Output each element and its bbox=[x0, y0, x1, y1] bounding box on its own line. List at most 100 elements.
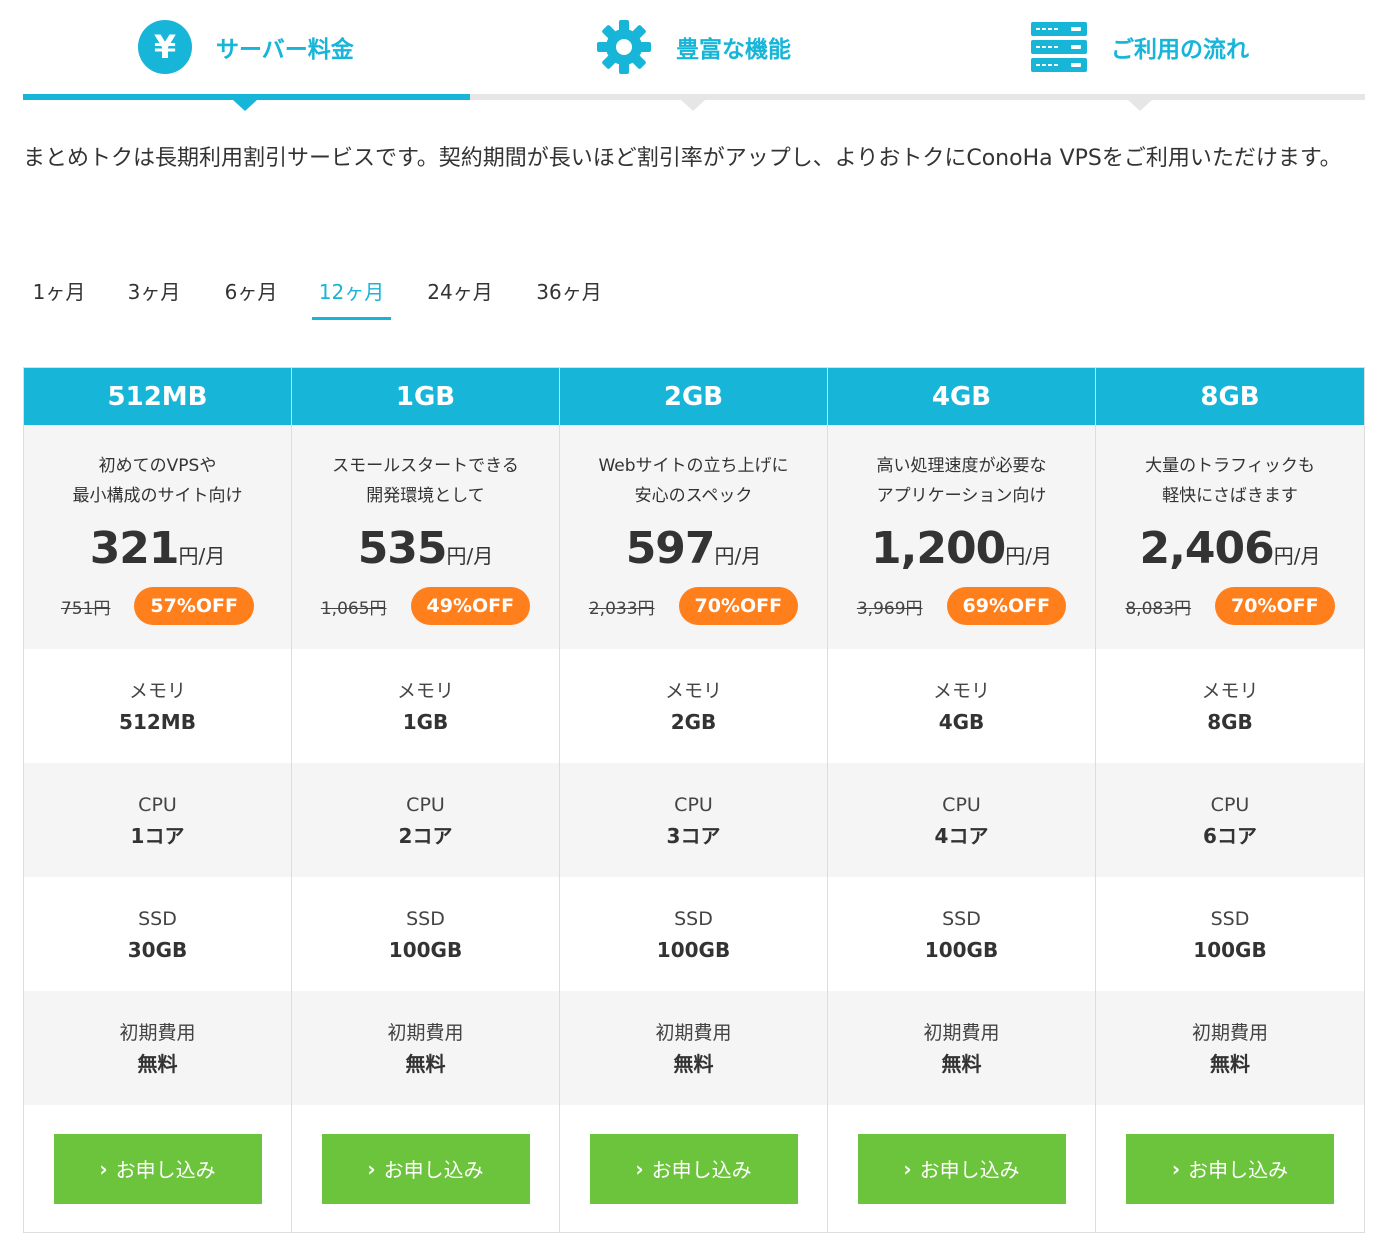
active-tab-pointer bbox=[233, 100, 257, 111]
spec-value: 無料 bbox=[673, 1052, 714, 1076]
plan-name: 2GB bbox=[560, 368, 827, 425]
chevron-right-icon: › bbox=[367, 1156, 376, 1181]
spec-initial-fee: 初期費用 無料 bbox=[560, 991, 827, 1105]
tab-pointer bbox=[681, 100, 705, 111]
spec-label: CPU bbox=[138, 794, 177, 816]
spec-value: 無料 bbox=[137, 1052, 178, 1076]
apply-button[interactable]: › お申し込み bbox=[53, 1133, 262, 1204]
discount-badge: 70%OFF bbox=[678, 587, 799, 625]
spec-cpu: CPU 6コア bbox=[1096, 763, 1364, 877]
spec-value: 無料 bbox=[405, 1052, 446, 1076]
spec-label: CPU bbox=[674, 794, 713, 816]
spec-cpu: CPU 3コア bbox=[560, 763, 827, 877]
apply-button[interactable]: › お申し込み bbox=[589, 1133, 798, 1204]
spec-initial-fee: 初期費用 無料 bbox=[24, 991, 291, 1105]
apply-button-label: お申し込み bbox=[383, 1158, 484, 1182]
spec-label: メモリ bbox=[1201, 680, 1259, 702]
monthly-price: 535 bbox=[357, 523, 448, 574]
monthly-price: 2,406 bbox=[1139, 523, 1275, 574]
price-box: Webサイトの立ち上げに 安心のスペック 597 円/月 2,033円 70%O… bbox=[560, 425, 827, 649]
price-unit: 円/月 bbox=[446, 544, 494, 568]
server-icon bbox=[1031, 22, 1087, 72]
price-unit: 円/月 bbox=[178, 544, 226, 568]
spec-label: SSD bbox=[406, 908, 445, 930]
spec-value: 無料 bbox=[1210, 1052, 1250, 1076]
period-tab-36[interactable]: 36ヶ月 bbox=[533, 276, 605, 320]
price-box: スモールスタートできる 開発環境として 535 円/月 1,065円 49%OF… bbox=[292, 425, 559, 649]
discount-badge: 57%OFF bbox=[134, 587, 255, 625]
plan-column-2gb: 2GB Webサイトの立ち上げに 安心のスペック 597 円/月 2,033円 … bbox=[560, 368, 828, 1232]
apply-button-label: お申し込み bbox=[115, 1158, 216, 1182]
spec-initial-fee: 初期費用 無料 bbox=[1096, 991, 1364, 1105]
chevron-right-icon: › bbox=[1171, 1156, 1181, 1181]
original-price: 1,065円 bbox=[320, 598, 387, 619]
spec-value: 100GB bbox=[1193, 938, 1267, 962]
chevron-right-icon: › bbox=[635, 1156, 644, 1181]
spec-value: 100GB bbox=[924, 938, 999, 962]
spec-value: 100GB bbox=[656, 938, 731, 962]
spec-label: CPU bbox=[1210, 794, 1250, 816]
spec-label: SSD bbox=[942, 908, 981, 930]
section-tabs: ¥ サーバー料金 豊富な機能 ご利用の流れ bbox=[23, 0, 1365, 111]
spec-label: 初期費用 bbox=[923, 1022, 1000, 1044]
plan-name: 8GB bbox=[1096, 368, 1364, 425]
plan-catchcopy-line2: 安心のスペック bbox=[634, 486, 753, 506]
plan-catchcopy-line2: 最小構成のサイト向け bbox=[72, 486, 243, 506]
spec-value: 100GB bbox=[388, 938, 463, 962]
yen-icon: ¥ bbox=[138, 20, 192, 74]
period-tab-12[interactable]: 12ヶ月 bbox=[312, 276, 391, 320]
plan-catchcopy-line2: 開発環境として bbox=[366, 486, 485, 506]
plan-name: 1GB bbox=[292, 368, 559, 425]
plan-name: 512MB bbox=[24, 368, 291, 425]
discount-badge: 69%OFF bbox=[946, 587, 1067, 625]
spec-label: 初期費用 bbox=[1191, 1022, 1268, 1044]
apply-button[interactable]: › お申し込み bbox=[1126, 1133, 1334, 1204]
spec-value: 6コア bbox=[1203, 824, 1257, 848]
monthly-price: 321 bbox=[89, 523, 180, 574]
tab-label: サーバー料金 bbox=[216, 37, 354, 63]
period-tab-3[interactable]: 3ヶ月 bbox=[124, 276, 184, 320]
service-description: まとめトクは長期利用割引サービスです。契約期間が長いほど割引率がアップし、よりお… bbox=[23, 146, 1342, 171]
plan-catchcopy-line1: 高い処理速度が必要な bbox=[876, 456, 1047, 476]
tab-server-pricing[interactable]: ¥ サーバー料金 bbox=[138, 0, 354, 94]
apply-button-label: お申し込み bbox=[651, 1158, 752, 1182]
spec-value: 4GB bbox=[938, 710, 985, 734]
spec-value: 30GB bbox=[127, 938, 188, 962]
spec-label: 初期費用 bbox=[119, 1022, 196, 1044]
price-unit: 円/月 bbox=[714, 544, 762, 568]
tab-label: 豊富な機能 bbox=[676, 37, 791, 63]
tab-usage-flow[interactable]: ご利用の流れ bbox=[1031, 0, 1249, 94]
apply-button[interactable]: › お申し込み bbox=[321, 1133, 530, 1204]
pricing-table: 512MB 初めてのVPSや 最小構成のサイト向け 321 円/月 751円 5… bbox=[23, 367, 1365, 1233]
plan-catchcopy-line1: 初めてのVPSや bbox=[98, 456, 217, 476]
original-price: 8,083円 bbox=[1125, 598, 1192, 619]
spec-memory: メモリ 1GB bbox=[292, 649, 559, 763]
spec-ssd: SSD 100GB bbox=[292, 877, 559, 991]
spec-label: 初期費用 bbox=[387, 1022, 464, 1044]
spec-value: 2コア bbox=[398, 824, 453, 848]
plan-catchcopy-line1: 大量のトラフィックも bbox=[1145, 456, 1315, 476]
spec-value: 8GB bbox=[1207, 710, 1253, 734]
spec-ssd: SSD 100GB bbox=[828, 877, 1095, 991]
apply-button-label: お申し込み bbox=[1188, 1158, 1289, 1182]
apply-button[interactable]: › お申し込み bbox=[857, 1133, 1066, 1204]
spec-ssd: SSD 100GB bbox=[1096, 877, 1364, 991]
spec-label: SSD bbox=[138, 908, 177, 930]
spec-value: 2GB bbox=[670, 710, 717, 734]
spec-label: メモリ bbox=[128, 680, 186, 702]
spec-value: 3コア bbox=[666, 824, 721, 848]
price-box: 初めてのVPSや 最小構成のサイト向け 321 円/月 751円 57%OFF bbox=[24, 425, 291, 649]
period-tab-6[interactable]: 6ヶ月 bbox=[221, 276, 281, 320]
tab-features[interactable]: 豊富な機能 bbox=[596, 0, 791, 94]
price-unit: 円/月 bbox=[1005, 544, 1052, 568]
plan-column-512mb: 512MB 初めてのVPSや 最小構成のサイト向け 321 円/月 751円 5… bbox=[24, 368, 292, 1232]
discount-badge: 70%OFF bbox=[1215, 587, 1335, 625]
period-tab-24[interactable]: 24ヶ月 bbox=[424, 276, 496, 320]
price-unit: 円/月 bbox=[1273, 544, 1321, 568]
period-tab-1[interactable]: 1ヶ月 bbox=[29, 276, 89, 320]
plan-name: 4GB bbox=[828, 368, 1095, 425]
spec-value: 1コア bbox=[130, 824, 185, 848]
spec-label: 初期費用 bbox=[655, 1022, 732, 1044]
plan-column-1gb: 1GB スモールスタートできる 開発環境として 535 円/月 1,065円 4… bbox=[292, 368, 560, 1232]
spec-initial-fee: 初期費用 無料 bbox=[292, 991, 559, 1105]
